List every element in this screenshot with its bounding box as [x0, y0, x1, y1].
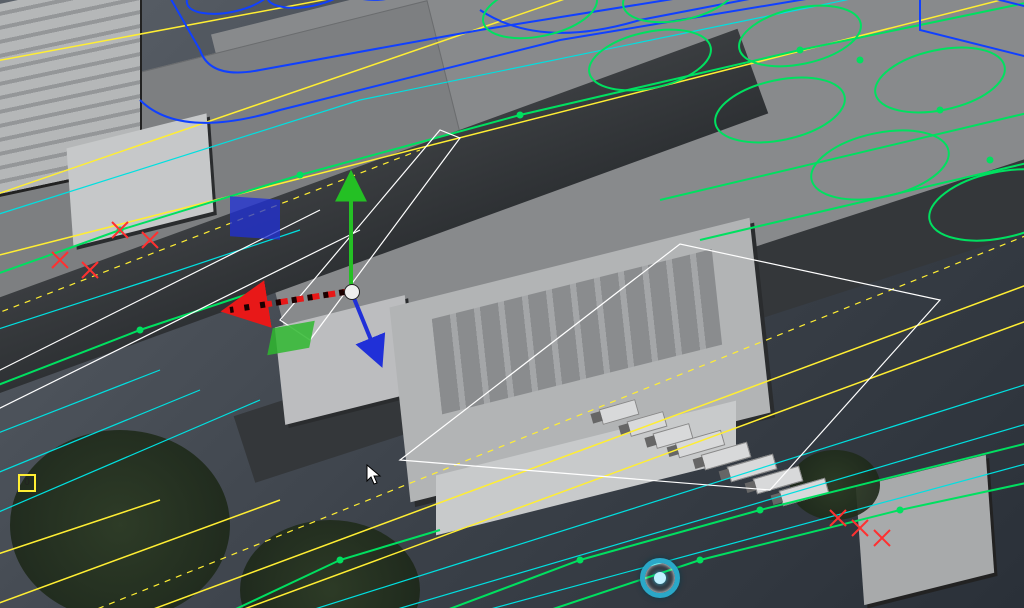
waypoint-label: 0 [24, 477, 30, 488]
gizmo-z-axis [351, 291, 380, 362]
poi-target-marker[interactable] [640, 558, 680, 598]
gizmo-origin[interactable] [344, 284, 360, 300]
mouse-cursor-icon [366, 464, 382, 486]
transform-gizmo[interactable] [220, 170, 480, 370]
vegetation-patch [10, 430, 230, 608]
waypoint-marker[interactable]: 0 [18, 474, 36, 492]
gizmo-axes [220, 170, 480, 370]
target-dot-icon [654, 572, 666, 584]
editor-3d-viewport[interactable]: 0 [0, 0, 1024, 608]
vegetation-patch [240, 520, 420, 608]
